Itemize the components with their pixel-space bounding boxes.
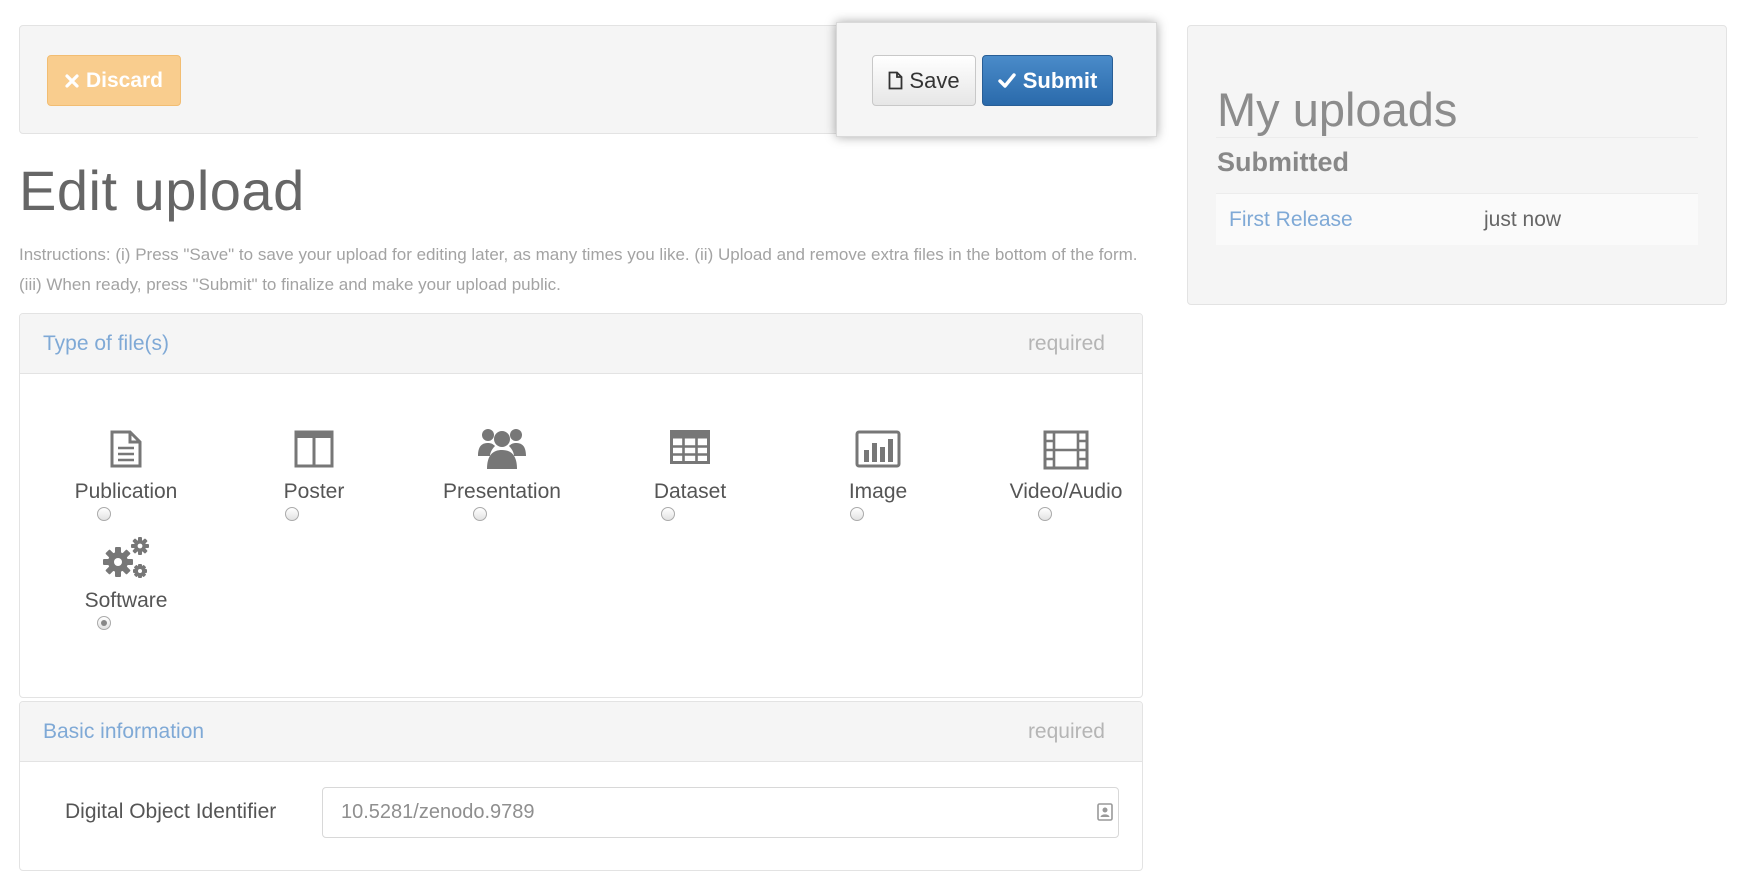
type-option-publication[interactable]: Publication — [41, 430, 211, 530]
type-option-image[interactable]: Image — [793, 430, 963, 530]
type-label-image: Image — [848, 480, 908, 503]
type-label-presentation: Presentation — [443, 480, 561, 503]
check-icon — [998, 73, 1016, 88]
page-title: Edit upload — [19, 159, 305, 222]
type-label-poster: Poster — [283, 480, 345, 503]
upload-type-panel: Type of file(s) required Publication Pos… — [19, 313, 1143, 698]
upload-link[interactable]: First Release — [1229, 208, 1353, 232]
my-uploads-title: My uploads — [1217, 83, 1458, 136]
type-option-presentation[interactable]: Presentation — [417, 426, 587, 526]
doi-label: Digital Object Identifier — [65, 800, 277, 823]
panel-heading: Type of file(s) required — [20, 314, 1142, 374]
film-icon — [1043, 430, 1089, 470]
type-option-video-audio[interactable]: Video/Audio — [981, 430, 1142, 530]
required-label: required — [1027, 332, 1105, 355]
upload-timestamp: just now — [1484, 208, 1562, 231]
panel-title[interactable]: Basic information — [43, 720, 204, 744]
basic-information-panel: Basic information required — [19, 701, 1143, 871]
save-label: Save — [909, 67, 960, 93]
type-option-software[interactable]: Software — [41, 536, 211, 636]
submit-button[interactable]: Submit — [982, 55, 1113, 106]
panel-heading: Basic information required — [20, 702, 1142, 762]
save-button[interactable]: Save — [872, 55, 976, 106]
bar-chart-icon — [855, 430, 901, 468]
divider — [1216, 137, 1698, 138]
gears-icon — [103, 537, 149, 578]
doi-value: 10.5281/zenodo.9789 — [341, 801, 535, 823]
submit-label: Submit — [1022, 67, 1098, 93]
type-radio-dataset[interactable] — [661, 507, 675, 521]
close-icon — [65, 73, 79, 88]
type-radio-publication[interactable] — [97, 507, 111, 521]
discard-button[interactable]: Discard — [47, 55, 181, 106]
contact-card-icon — [1097, 803, 1113, 826]
type-label-software: Software — [84, 589, 168, 612]
type-label-publication: Publication — [74, 480, 178, 503]
type-option-dataset[interactable]: Dataset — [605, 430, 775, 530]
file-text-icon — [110, 430, 142, 468]
type-option-poster[interactable]: Poster — [229, 430, 399, 530]
columns-icon — [294, 430, 334, 468]
type-radio-presentation[interactable] — [473, 507, 487, 521]
submitted-heading: Submitted — [1217, 147, 1349, 177]
type-radio-video-audio[interactable] — [1038, 507, 1052, 521]
group-icon — [478, 429, 526, 469]
type-radio-image[interactable] — [850, 507, 864, 521]
panel-title[interactable]: Type of file(s) — [43, 332, 169, 356]
discard-label: Discard — [85, 68, 164, 92]
file-icon — [889, 71, 903, 90]
required-label: required — [1027, 720, 1105, 743]
type-label-video-audio: Video/Audio — [1009, 480, 1123, 503]
type-radio-software[interactable] — [97, 616, 111, 630]
type-label-dataset: Dataset — [653, 480, 727, 503]
doi-field[interactable]: 10.5281/zenodo.9789 — [322, 787, 1119, 838]
type-radio-poster[interactable] — [285, 507, 299, 521]
instructions-text: Instructions: (i) Press "Save" to save y… — [19, 245, 1138, 294]
table-icon — [670, 430, 710, 464]
